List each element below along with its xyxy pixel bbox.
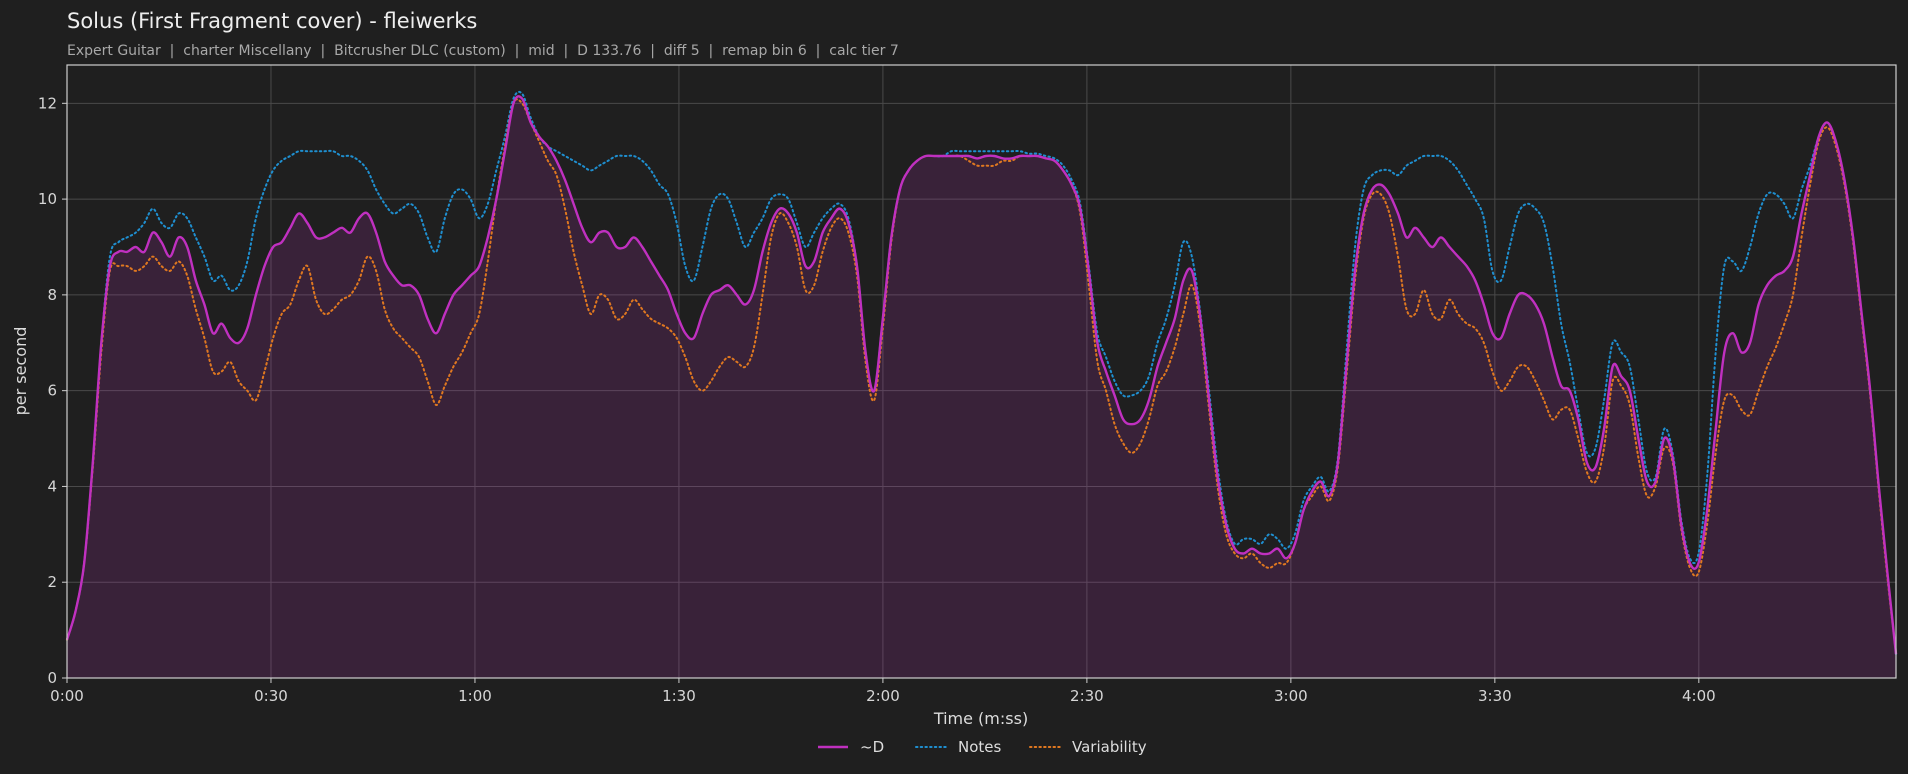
x-tick-label: 1:00	[458, 687, 492, 705]
x-axis-label: Time (m:ss)	[933, 709, 1028, 728]
y-tick-label: 2	[47, 573, 57, 591]
y-tick-label: 0	[47, 669, 57, 687]
x-tick-label: 2:00	[866, 687, 900, 705]
y-axis-ticks: 0 2 4 6 8 10 12	[38, 94, 67, 687]
legend-label-variability: Variability	[1072, 738, 1147, 756]
y-tick-label: 10	[38, 190, 57, 208]
chart-title: Solus (First Fragment cover) - fleiwerks	[67, 9, 477, 33]
chart-subtitle: Expert Guitar | charter Miscellany | Bit…	[67, 43, 899, 59]
x-tick-label: 3:00	[1274, 687, 1308, 705]
x-tick-label: 2:30	[1070, 687, 1104, 705]
x-tick-label: 0:30	[254, 687, 288, 705]
y-tick-label: 8	[47, 286, 57, 304]
legend: ~D Notes Variability	[818, 738, 1147, 756]
x-tick-label: 0:00	[50, 687, 84, 705]
chart: Solus (First Fragment cover) - fleiwerks…	[11, 9, 1898, 756]
y-tick-label: 6	[47, 382, 57, 400]
x-tick-label: 4:00	[1682, 687, 1716, 705]
y-axis-label: per second	[11, 327, 30, 416]
x-tick-label: 1:30	[662, 687, 696, 705]
y-tick-label: 4	[47, 477, 57, 495]
y-tick-label: 12	[38, 94, 57, 112]
x-tick-label: 3:30	[1478, 687, 1512, 705]
legend-label-notes: Notes	[958, 738, 1002, 756]
legend-label-d: ~D	[860, 738, 884, 756]
x-axis-ticks: 0:00 0:30 1:00 1:30 2:00 2:30 3:00 3:30 4:00	[50, 678, 1716, 705]
